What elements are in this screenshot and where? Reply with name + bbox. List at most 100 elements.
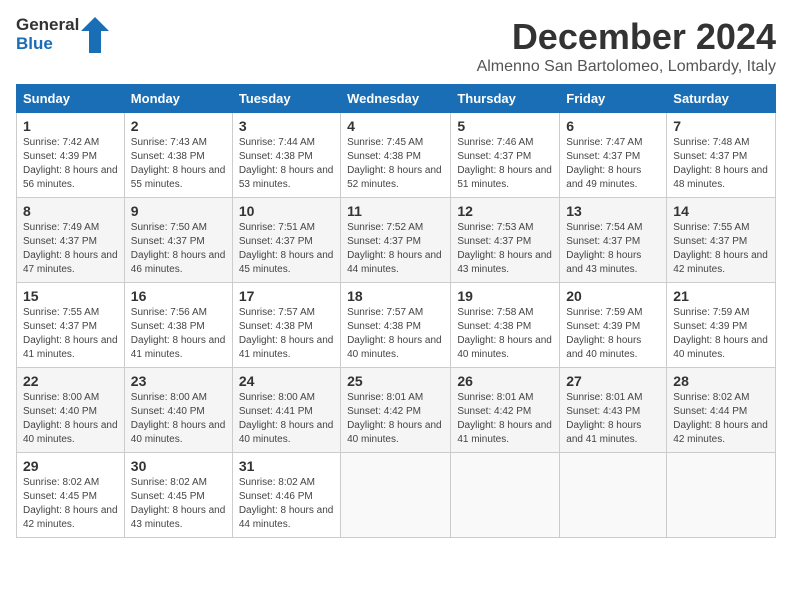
day-26: 26 Sunrise: 8:01 AMSunset: 4:42 PMDaylig… xyxy=(451,368,560,453)
month-title: December 2024 xyxy=(477,16,776,58)
calendar-week-2: 8 Sunrise: 7:49 AMSunset: 4:37 PMDayligh… xyxy=(17,198,776,283)
header-monday: Monday xyxy=(124,85,232,113)
day-6: 6 Sunrise: 7:47 AMSunset: 4:37 PMDayligh… xyxy=(560,113,667,198)
empty-cell xyxy=(341,453,451,538)
day-number: 4 xyxy=(347,118,444,134)
day-number: 15 xyxy=(23,288,118,304)
day-23: 23 Sunrise: 8:00 AMSunset: 4:40 PMDaylig… xyxy=(124,368,232,453)
header-sunday: Sunday xyxy=(17,85,125,113)
day-17: 17 Sunrise: 7:57 AMSunset: 4:38 PMDaylig… xyxy=(232,283,340,368)
day-12: 12 Sunrise: 7:53 AMSunset: 4:37 PMDaylig… xyxy=(451,198,560,283)
day-7: 7 Sunrise: 7:48 AMSunset: 4:37 PMDayligh… xyxy=(667,113,776,198)
logo-blue: Blue xyxy=(16,35,79,54)
day-info: Sunrise: 8:02 AMSunset: 4:45 PMDaylight:… xyxy=(23,477,118,530)
day-info: Sunrise: 8:02 AMSunset: 4:46 PMDaylight:… xyxy=(239,477,334,530)
day-number: 22 xyxy=(23,373,118,389)
day-22: 22 Sunrise: 8:00 AMSunset: 4:40 PMDaylig… xyxy=(17,368,125,453)
day-info: Sunrise: 8:00 AMSunset: 4:40 PMDaylight:… xyxy=(131,392,226,445)
day-number: 21 xyxy=(673,288,769,304)
empty-cell xyxy=(451,453,560,538)
day-9: 9 Sunrise: 7:50 AMSunset: 4:37 PMDayligh… xyxy=(124,198,232,283)
day-info: Sunrise: 7:57 AMSunset: 4:38 PMDaylight:… xyxy=(347,307,442,360)
header-saturday: Saturday xyxy=(667,85,776,113)
day-5: 5 Sunrise: 7:46 AMSunset: 4:37 PMDayligh… xyxy=(451,113,560,198)
calendar-week-3: 15 Sunrise: 7:55 AMSunset: 4:37 PMDaylig… xyxy=(17,283,776,368)
day-number: 16 xyxy=(131,288,226,304)
day-31: 31 Sunrise: 8:02 AMSunset: 4:46 PMDaylig… xyxy=(232,453,340,538)
day-info: Sunrise: 7:58 AMSunset: 4:38 PMDaylight:… xyxy=(457,307,552,360)
day-number: 23 xyxy=(131,373,226,389)
day-info: Sunrise: 7:54 AMSunset: 4:37 PMDaylight:… xyxy=(566,222,642,275)
day-info: Sunrise: 7:59 AMSunset: 4:39 PMDaylight:… xyxy=(566,307,642,360)
day-11: 11 Sunrise: 7:52 AMSunset: 4:37 PMDaylig… xyxy=(341,198,451,283)
day-info: Sunrise: 7:56 AMSunset: 4:38 PMDaylight:… xyxy=(131,307,226,360)
day-10: 10 Sunrise: 7:51 AMSunset: 4:37 PMDaylig… xyxy=(232,198,340,283)
day-number: 6 xyxy=(566,118,660,134)
header-thursday: Thursday xyxy=(451,85,560,113)
day-number: 8 xyxy=(23,203,118,219)
day-number: 18 xyxy=(347,288,444,304)
day-info: Sunrise: 7:49 AMSunset: 4:37 PMDaylight:… xyxy=(23,222,118,275)
day-number: 9 xyxy=(131,203,226,219)
day-info: Sunrise: 8:00 AMSunset: 4:41 PMDaylight:… xyxy=(239,392,334,445)
day-info: Sunrise: 7:48 AMSunset: 4:37 PMDaylight:… xyxy=(673,137,768,190)
day-27: 27 Sunrise: 8:01 AMSunset: 4:43 PMDaylig… xyxy=(560,368,667,453)
calendar-header-row: Sunday Monday Tuesday Wednesday Thursday… xyxy=(17,85,776,113)
day-number: 14 xyxy=(673,203,769,219)
day-25: 25 Sunrise: 8:01 AMSunset: 4:42 PMDaylig… xyxy=(341,368,451,453)
day-number: 24 xyxy=(239,373,334,389)
day-info: Sunrise: 7:42 AMSunset: 4:39 PMDaylight:… xyxy=(23,137,118,190)
day-24: 24 Sunrise: 8:00 AMSunset: 4:41 PMDaylig… xyxy=(232,368,340,453)
day-30: 30 Sunrise: 8:02 AMSunset: 4:45 PMDaylig… xyxy=(124,453,232,538)
calendar: Sunday Monday Tuesday Wednesday Thursday… xyxy=(16,84,776,538)
day-info: Sunrise: 7:44 AMSunset: 4:38 PMDaylight:… xyxy=(239,137,334,190)
day-19: 19 Sunrise: 7:58 AMSunset: 4:38 PMDaylig… xyxy=(451,283,560,368)
day-8: 8 Sunrise: 7:49 AMSunset: 4:37 PMDayligh… xyxy=(17,198,125,283)
header-wednesday: Wednesday xyxy=(341,85,451,113)
day-20: 20 Sunrise: 7:59 AMSunset: 4:39 PMDaylig… xyxy=(560,283,667,368)
day-number: 13 xyxy=(566,203,660,219)
empty-cell xyxy=(560,453,667,538)
day-info: Sunrise: 8:02 AMSunset: 4:45 PMDaylight:… xyxy=(131,477,226,530)
day-number: 7 xyxy=(673,118,769,134)
empty-cell xyxy=(667,453,776,538)
day-info: Sunrise: 8:00 AMSunset: 4:40 PMDaylight:… xyxy=(23,392,118,445)
calendar-week-5: 29 Sunrise: 8:02 AMSunset: 4:45 PMDaylig… xyxy=(17,453,776,538)
day-14: 14 Sunrise: 7:55 AMSunset: 4:37 PMDaylig… xyxy=(667,198,776,283)
day-info: Sunrise: 8:01 AMSunset: 4:42 PMDaylight:… xyxy=(347,392,442,445)
day-number: 26 xyxy=(457,373,553,389)
day-info: Sunrise: 7:50 AMSunset: 4:37 PMDaylight:… xyxy=(131,222,226,275)
day-number: 25 xyxy=(347,373,444,389)
calendar-week-4: 22 Sunrise: 8:00 AMSunset: 4:40 PMDaylig… xyxy=(17,368,776,453)
logo: General Blue xyxy=(16,16,109,53)
page-header: General Blue December 2024 Almenno San B… xyxy=(16,16,776,76)
day-number: 11 xyxy=(347,203,444,219)
day-info: Sunrise: 8:01 AMSunset: 4:43 PMDaylight:… xyxy=(566,392,642,445)
logo-general: General xyxy=(16,16,79,35)
day-info: Sunrise: 7:55 AMSunset: 4:37 PMDaylight:… xyxy=(673,222,768,275)
day-1: 1 Sunrise: 7:42 AMSunset: 4:39 PMDayligh… xyxy=(17,113,125,198)
day-number: 19 xyxy=(457,288,553,304)
day-2: 2 Sunrise: 7:43 AMSunset: 4:38 PMDayligh… xyxy=(124,113,232,198)
day-number: 30 xyxy=(131,458,226,474)
day-4: 4 Sunrise: 7:45 AMSunset: 4:38 PMDayligh… xyxy=(341,113,451,198)
day-info: Sunrise: 8:02 AMSunset: 4:44 PMDaylight:… xyxy=(673,392,768,445)
day-number: 12 xyxy=(457,203,553,219)
day-info: Sunrise: 7:52 AMSunset: 4:37 PMDaylight:… xyxy=(347,222,442,275)
day-number: 2 xyxy=(131,118,226,134)
day-info: Sunrise: 7:47 AMSunset: 4:37 PMDaylight:… xyxy=(566,137,642,190)
day-21: 21 Sunrise: 7:59 AMSunset: 4:39 PMDaylig… xyxy=(667,283,776,368)
day-info: Sunrise: 7:53 AMSunset: 4:37 PMDaylight:… xyxy=(457,222,552,275)
header-tuesday: Tuesday xyxy=(232,85,340,113)
day-number: 1 xyxy=(23,118,118,134)
title-section: December 2024 Almenno San Bartolomeo, Lo… xyxy=(477,16,776,76)
day-13: 13 Sunrise: 7:54 AMSunset: 4:37 PMDaylig… xyxy=(560,198,667,283)
day-number: 10 xyxy=(239,203,334,219)
day-28: 28 Sunrise: 8:02 AMSunset: 4:44 PMDaylig… xyxy=(667,368,776,453)
day-29: 29 Sunrise: 8:02 AMSunset: 4:45 PMDaylig… xyxy=(17,453,125,538)
day-18: 18 Sunrise: 7:57 AMSunset: 4:38 PMDaylig… xyxy=(341,283,451,368)
day-info: Sunrise: 7:59 AMSunset: 4:39 PMDaylight:… xyxy=(673,307,768,360)
calendar-week-1: 1 Sunrise: 7:42 AMSunset: 4:39 PMDayligh… xyxy=(17,113,776,198)
day-info: Sunrise: 8:01 AMSunset: 4:42 PMDaylight:… xyxy=(457,392,552,445)
day-info: Sunrise: 7:57 AMSunset: 4:38 PMDaylight:… xyxy=(239,307,334,360)
